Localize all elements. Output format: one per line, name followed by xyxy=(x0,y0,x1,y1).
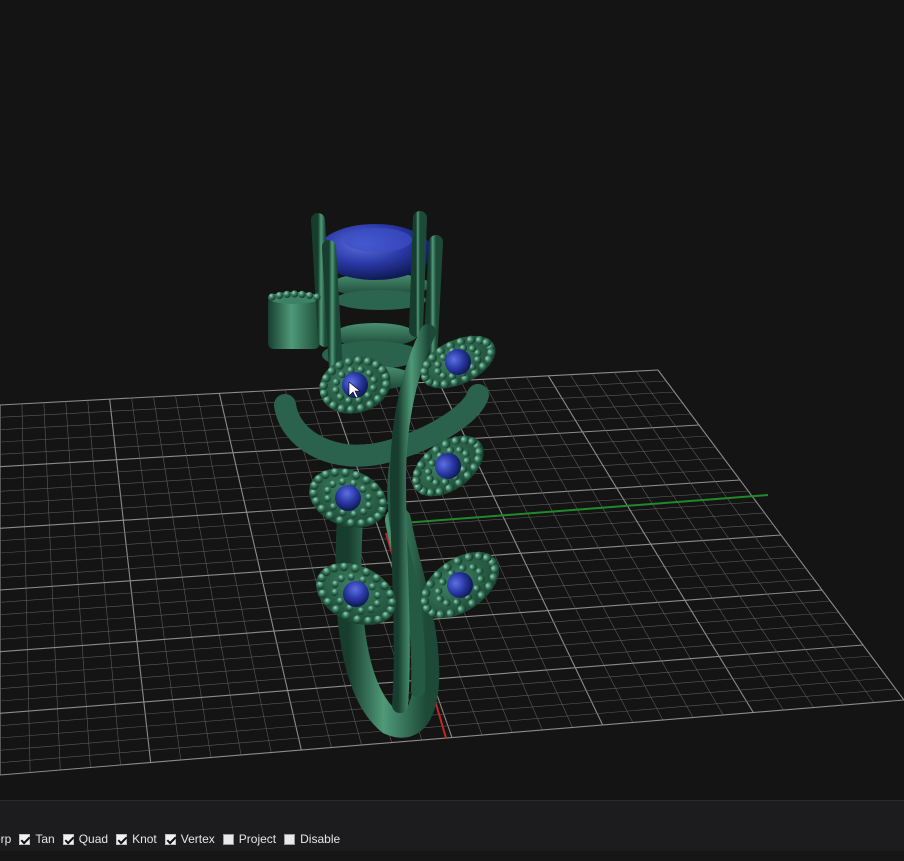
osnap-label: Tan xyxy=(35,832,55,846)
checkbox[interactable] xyxy=(164,833,176,845)
grid-line xyxy=(635,370,875,703)
grid-line xyxy=(0,677,888,751)
grid-line xyxy=(657,369,904,701)
osnap-label: erp xyxy=(0,832,12,846)
leaf-cluster xyxy=(309,468,387,528)
osnap-project-option[interactable]: Project xyxy=(222,832,277,846)
pave-bead xyxy=(283,290,291,299)
grid-line xyxy=(0,688,896,763)
grid-line xyxy=(0,699,904,776)
checkbox[interactable] xyxy=(116,833,128,845)
osnap-label: Knot xyxy=(132,832,157,846)
osnap-tan-option[interactable]: Tan xyxy=(19,832,55,846)
osnap-label: Vertex xyxy=(180,832,215,846)
pave-bead xyxy=(290,290,299,298)
checkbox[interactable] xyxy=(62,833,74,845)
osnap-vertex-option[interactable]: Vertex xyxy=(164,832,215,846)
osnap-label: Disable xyxy=(300,832,341,846)
side-cylinder xyxy=(268,297,320,349)
perspective-viewport[interactable] xyxy=(0,0,904,800)
osnap-disable-option[interactable]: Disable xyxy=(284,832,340,846)
grid-line xyxy=(460,380,634,723)
gem-table xyxy=(344,228,412,252)
grid-line xyxy=(438,381,604,726)
osnap-knot-option[interactable]: Knot xyxy=(116,832,157,846)
pave-bead xyxy=(298,290,306,299)
grid-line xyxy=(482,379,664,721)
checkbox[interactable] xyxy=(19,833,31,845)
osnap-label: Project xyxy=(238,832,277,846)
pave-bead xyxy=(305,291,314,300)
status-bar xyxy=(0,851,904,861)
prong xyxy=(409,211,427,337)
checkbox[interactable] xyxy=(284,833,296,845)
pave-bead xyxy=(268,293,276,301)
osnap-options: erp Tan Quad Knot Vertex Project Disable xyxy=(0,830,348,848)
osnap-quad-option[interactable]: Quad xyxy=(62,832,109,846)
pave-bead xyxy=(275,291,284,300)
prong xyxy=(322,240,343,377)
ring-3d-model[interactable] xyxy=(268,211,511,738)
y-axis-line xyxy=(402,494,769,524)
grid-line xyxy=(504,378,694,718)
osnap-erp-option[interactable]: erp xyxy=(0,832,11,846)
pave-bead xyxy=(313,293,321,301)
checkbox[interactable] xyxy=(222,833,234,845)
osnap-label: Quad xyxy=(78,832,109,846)
